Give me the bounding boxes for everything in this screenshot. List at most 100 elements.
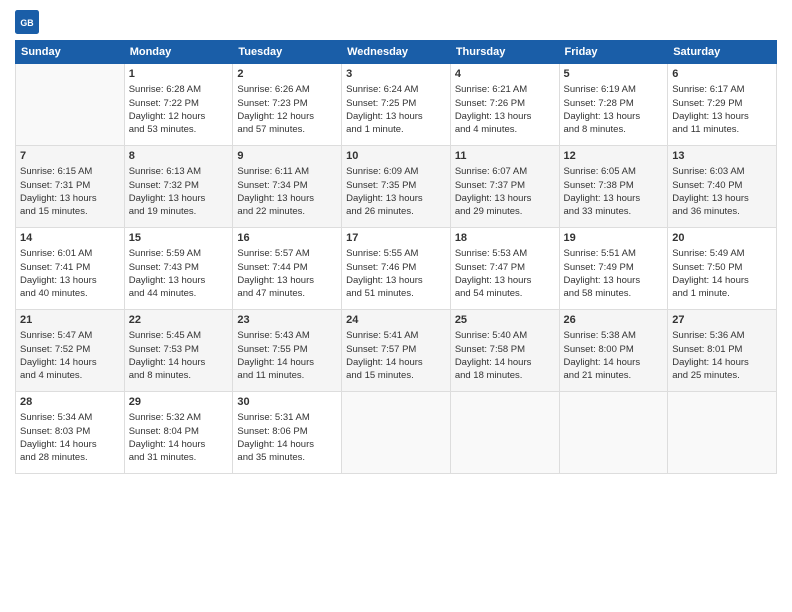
header: GB [15,10,777,34]
day-info-line: Sunset: 8:01 PM [672,343,772,356]
day-info-line: Daylight: 13 hours [129,192,229,205]
day-info-line: and 47 minutes. [237,287,337,300]
day-info-line: Sunrise: 6:15 AM [20,165,120,178]
calendar-table: SundayMondayTuesdayWednesdayThursdayFrid… [15,40,777,474]
day-info-line: and 21 minutes. [564,369,664,382]
day-info-line: Sunset: 7:40 PM [672,179,772,192]
day-number: 14 [20,231,120,246]
day-info-line: Sunset: 7:22 PM [129,97,229,110]
day-info-line: Sunrise: 5:40 AM [455,329,555,342]
day-info-line: Sunrise: 6:03 AM [672,165,772,178]
day-info-line: Sunrise: 6:17 AM [672,83,772,96]
day-info-line: and 8 minutes. [129,369,229,382]
day-info-line: Daylight: 13 hours [455,110,555,123]
day-info-line: Daylight: 13 hours [564,110,664,123]
day-info-line: and 18 minutes. [455,369,555,382]
calendar-body: 1Sunrise: 6:28 AMSunset: 7:22 PMDaylight… [16,64,777,474]
day-info-line: Sunset: 8:00 PM [564,343,664,356]
day-info-line: Daylight: 12 hours [237,110,337,123]
day-cell: 3Sunrise: 6:24 AMSunset: 7:25 PMDaylight… [342,64,451,146]
day-info-line: and 58 minutes. [564,287,664,300]
day-info-line: Sunrise: 5:43 AM [237,329,337,342]
day-info-line: Sunrise: 6:21 AM [455,83,555,96]
day-number: 10 [346,149,446,164]
day-number: 22 [129,313,229,328]
day-number: 26 [564,313,664,328]
weekday-header-sunday: Sunday [16,41,125,64]
day-info-line: Sunrise: 5:32 AM [129,411,229,424]
day-info-line: Daylight: 13 hours [237,192,337,205]
day-info-line: Sunset: 8:06 PM [237,425,337,438]
day-info-line: Daylight: 14 hours [129,356,229,369]
day-cell: 25Sunrise: 5:40 AMSunset: 7:58 PMDayligh… [450,310,559,392]
day-cell: 27Sunrise: 5:36 AMSunset: 8:01 PMDayligh… [668,310,777,392]
week-row-2: 7Sunrise: 6:15 AMSunset: 7:31 PMDaylight… [16,146,777,228]
weekday-row: SundayMondayTuesdayWednesdayThursdayFrid… [16,41,777,64]
page: GB SundayMondayTuesdayWednesdayThursdayF… [0,0,792,612]
day-info-line: and 4 minutes. [20,369,120,382]
day-cell: 15Sunrise: 5:59 AMSunset: 7:43 PMDayligh… [124,228,233,310]
day-info-line: Sunrise: 6:05 AM [564,165,664,178]
day-number: 18 [455,231,555,246]
day-info-line: Daylight: 14 hours [20,356,120,369]
day-info-line: Sunset: 7:49 PM [564,261,664,274]
day-info-line: Sunset: 7:52 PM [20,343,120,356]
day-number: 21 [20,313,120,328]
day-info-line: and 15 minutes. [346,369,446,382]
day-info-line: and 26 minutes. [346,205,446,218]
day-info-line: and 11 minutes. [672,123,772,136]
day-info-line: Daylight: 13 hours [20,192,120,205]
day-info-line: Daylight: 14 hours [20,438,120,451]
week-row-3: 14Sunrise: 6:01 AMSunset: 7:41 PMDayligh… [16,228,777,310]
day-info-line: Sunset: 7:25 PM [346,97,446,110]
day-info-line: Sunrise: 6:07 AM [455,165,555,178]
day-cell: 14Sunrise: 6:01 AMSunset: 7:41 PMDayligh… [16,228,125,310]
day-info-line: Sunset: 7:31 PM [20,179,120,192]
day-info-line: and 57 minutes. [237,123,337,136]
day-number: 7 [20,149,120,164]
day-number: 8 [129,149,229,164]
weekday-header-saturday: Saturday [668,41,777,64]
day-info-line: and 19 minutes. [129,205,229,218]
day-info-line: and 28 minutes. [20,451,120,464]
day-cell: 7Sunrise: 6:15 AMSunset: 7:31 PMDaylight… [16,146,125,228]
day-cell: 10Sunrise: 6:09 AMSunset: 7:35 PMDayligh… [342,146,451,228]
day-cell: 26Sunrise: 5:38 AMSunset: 8:00 PMDayligh… [559,310,668,392]
day-info-line: Sunset: 7:38 PM [564,179,664,192]
day-info-line: Daylight: 14 hours [672,274,772,287]
day-info-line: Sunrise: 6:13 AM [129,165,229,178]
day-cell: 1Sunrise: 6:28 AMSunset: 7:22 PMDaylight… [124,64,233,146]
day-info-line: Sunrise: 6:28 AM [129,83,229,96]
day-info-line: Daylight: 13 hours [346,110,446,123]
day-info-line: Sunrise: 5:38 AM [564,329,664,342]
day-info-line: Daylight: 13 hours [20,274,120,287]
day-number: 11 [455,149,555,164]
day-info-line: and 31 minutes. [129,451,229,464]
day-info-line: Daylight: 13 hours [346,274,446,287]
day-cell: 22Sunrise: 5:45 AMSunset: 7:53 PMDayligh… [124,310,233,392]
day-cell: 13Sunrise: 6:03 AMSunset: 7:40 PMDayligh… [668,146,777,228]
day-info-line: Sunset: 7:35 PM [346,179,446,192]
day-cell [342,392,451,474]
day-number: 4 [455,67,555,82]
day-number: 9 [237,149,337,164]
day-info-line: Sunset: 8:04 PM [129,425,229,438]
weekday-header-monday: Monday [124,41,233,64]
weekday-header-friday: Friday [559,41,668,64]
day-cell: 11Sunrise: 6:07 AMSunset: 7:37 PMDayligh… [450,146,559,228]
calendar-header: SundayMondayTuesdayWednesdayThursdayFrid… [16,41,777,64]
weekday-header-thursday: Thursday [450,41,559,64]
day-info-line: Sunrise: 5:59 AM [129,247,229,260]
day-info-line: and 25 minutes. [672,369,772,382]
day-number: 5 [564,67,664,82]
day-cell: 2Sunrise: 6:26 AMSunset: 7:23 PMDaylight… [233,64,342,146]
day-info-line: Daylight: 13 hours [564,192,664,205]
day-number: 27 [672,313,772,328]
day-info-line: Sunrise: 5:57 AM [237,247,337,260]
day-info-line: Sunrise: 6:24 AM [346,83,446,96]
day-cell: 12Sunrise: 6:05 AMSunset: 7:38 PMDayligh… [559,146,668,228]
weekday-header-tuesday: Tuesday [233,41,342,64]
day-info-line: Sunrise: 6:26 AM [237,83,337,96]
day-cell: 21Sunrise: 5:47 AMSunset: 7:52 PMDayligh… [16,310,125,392]
day-info-line: Daylight: 13 hours [672,192,772,205]
